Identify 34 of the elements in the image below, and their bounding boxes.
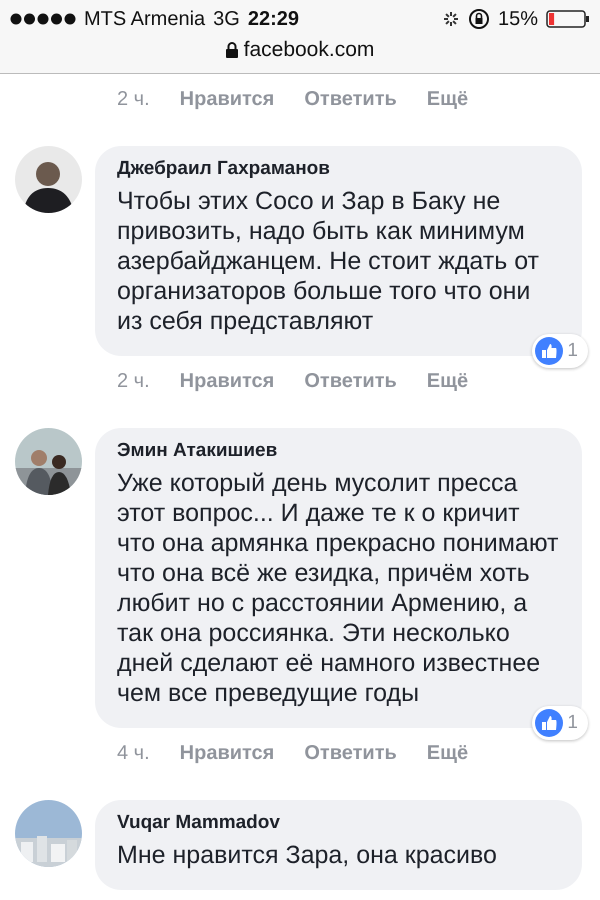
signal-icon	[10, 13, 76, 25]
author-name[interactable]: Джебраил Гахраманов	[117, 158, 560, 180]
page-url: facebook.com	[244, 38, 374, 62]
lock-icon	[226, 42, 238, 58]
reaction-count: 1	[567, 712, 578, 734]
clock: 22:29	[248, 8, 299, 30]
like-link[interactable]: Нравится	[180, 370, 274, 392]
reply-link[interactable]: Ответить	[304, 742, 397, 764]
reply-link[interactable]: Ответить	[304, 370, 397, 392]
comment-time: 2 ч.	[117, 370, 150, 392]
rotation-lock-icon	[468, 8, 490, 30]
like-link[interactable]: Нравится	[180, 742, 274, 764]
comment-text: Уже который день мусолит пресса этот вопрос... И даже те к о кричит что она армянка прекрасно понимают что она всё же езидка, причём хоть любит но с расстоянии Армению, а так она россиянка. Эти несколько дней сделают её намного известнее чем все преведущие годы	[117, 468, 560, 708]
reaction-count: 1	[567, 340, 578, 362]
reaction-badge[interactable]: 1	[532, 334, 588, 368]
like-icon	[535, 709, 564, 737]
network-type: 3G	[213, 8, 240, 30]
battery-percent: 15%	[498, 8, 538, 30]
comment-time: 2 ч.	[117, 88, 150, 110]
like-icon	[535, 337, 564, 365]
author-name[interactable]: Vuqar Mammadov	[117, 812, 560, 834]
reaction-badge[interactable]: 1	[532, 706, 588, 740]
battery-icon	[546, 10, 590, 28]
more-link[interactable]: Ещё	[426, 88, 468, 110]
like-link[interactable]: Нравится	[180, 88, 274, 110]
more-link[interactable]: Ещё	[426, 742, 468, 764]
comment-text: Чтобы этих Сосо и Зар в Баку не привозить, надо быть как минимум азербайджанцем. Не стоит ждать от организаторов больше того что они из себя представляют	[117, 186, 540, 336]
activity-icon	[442, 10, 460, 28]
reply-link[interactable]: Ответить	[304, 88, 397, 110]
comment-text: Мне нравится Зара, она красиво	[117, 840, 498, 870]
more-link[interactable]: Ещё	[426, 370, 468, 392]
carrier-name: MTS Armenia	[84, 8, 206, 30]
author-name[interactable]: Эмин Атакишиев	[117, 440, 560, 462]
comment-time: 4 ч.	[117, 742, 150, 764]
